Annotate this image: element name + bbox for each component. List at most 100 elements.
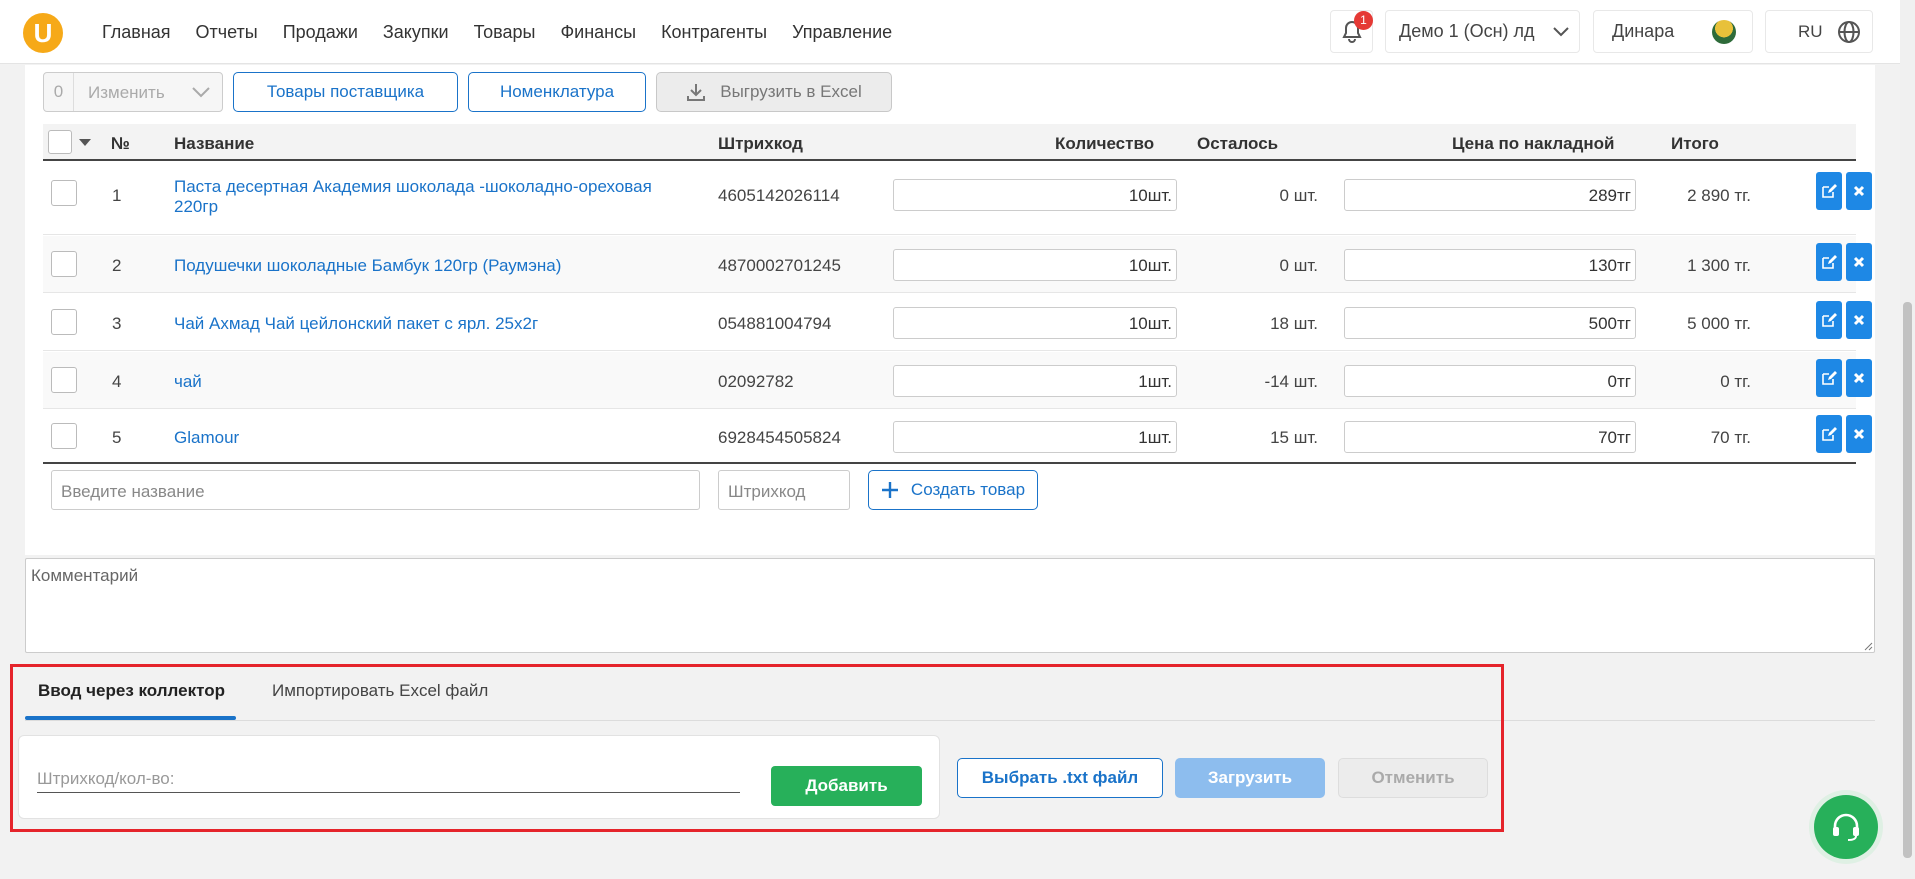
quantity-input[interactable]: 1шт. xyxy=(893,421,1177,453)
row-barcode: 4605142026114 xyxy=(718,186,840,205)
row-remaining: -14 шт. xyxy=(1264,372,1318,391)
supplier-goods-button[interactable]: Товары поставщика xyxy=(233,72,458,112)
notifications-button[interactable]: 1 xyxy=(1330,10,1373,53)
edit-row-button[interactable] xyxy=(1816,301,1842,339)
row-checkbox[interactable] xyxy=(51,367,77,393)
chevron-down-icon xyxy=(192,87,210,98)
top-navigation-bar: U Главная Отчеты Продажи Закупки Товары … xyxy=(0,0,1900,64)
nav-item-home[interactable]: Главная xyxy=(102,22,171,43)
product-name-link[interactable]: чай xyxy=(174,372,694,392)
row-barcode: 054881004794 xyxy=(718,314,832,333)
row-number: 2 xyxy=(112,256,122,275)
delete-row-button[interactable] xyxy=(1846,415,1872,453)
user-name: Динара xyxy=(1612,21,1675,41)
row-checkbox[interactable] xyxy=(51,180,77,206)
tab-collector-input[interactable]: Ввод через коллектор xyxy=(38,681,225,701)
choose-txt-file-button[interactable]: Выбрать .txt файл xyxy=(957,758,1163,798)
delete-row-button[interactable] xyxy=(1846,359,1872,397)
header-total: Итого xyxy=(1671,134,1719,153)
selected-count: 0 xyxy=(44,73,74,111)
price-input[interactable]: 0тг xyxy=(1344,365,1636,397)
store-selector[interactable]: Демо 1 (Осн) лд xyxy=(1385,10,1580,53)
close-icon xyxy=(1853,428,1865,440)
price-input[interactable]: 289тг xyxy=(1344,179,1636,211)
barcode-input[interactable]: Штрихкод xyxy=(718,470,850,510)
edit-icon xyxy=(1822,427,1837,441)
quantity-input[interactable]: 10шт. xyxy=(893,249,1177,281)
nav-item-finance[interactable]: Финансы xyxy=(560,22,636,43)
quantity-input[interactable]: 1шт. xyxy=(893,365,1177,397)
upload-button[interactable]: Загрузить xyxy=(1175,758,1325,798)
support-chat-button[interactable] xyxy=(1814,795,1878,859)
page-scrollbar[interactable] xyxy=(1900,0,1915,879)
edit-icon xyxy=(1822,255,1837,269)
comment-placeholder: Комментарий xyxy=(31,566,139,585)
edit-row-button[interactable] xyxy=(1816,172,1842,210)
row-remaining: 18 шт. xyxy=(1270,314,1318,333)
edit-row-button[interactable] xyxy=(1816,359,1842,397)
row-total: 2 890 тг. xyxy=(1687,186,1751,205)
user-menu[interactable]: Динара xyxy=(1593,10,1753,53)
row-checkbox[interactable] xyxy=(51,423,77,449)
caret-down-icon[interactable] xyxy=(79,139,91,147)
nav-item-contractors[interactable]: Контрагенты xyxy=(661,22,767,43)
bulk-change-dropdown[interactable]: 0 Изменить xyxy=(43,72,223,112)
price-input[interactable]: 70тг xyxy=(1344,421,1636,453)
cancel-button[interactable]: Отменить xyxy=(1338,758,1488,798)
product-name-link[interactable]: Чай Ахмад Чай цейлонский пакет с ярл. 25… xyxy=(174,314,694,334)
product-name-link[interactable]: Подушечки шоколадные Бамбук 120гр (Раумэ… xyxy=(174,256,694,276)
tab-import-excel[interactable]: Импортировать Excel файл xyxy=(272,681,488,701)
resize-handle-icon[interactable] xyxy=(1863,641,1873,651)
edit-row-button[interactable] xyxy=(1816,415,1842,453)
barcode-quantity-input[interactable]: Штрихкод/кол-во: xyxy=(37,769,740,793)
delete-row-button[interactable] xyxy=(1846,172,1872,210)
store-name: Демо 1 (Осн) лд xyxy=(1399,21,1535,41)
download-icon xyxy=(687,84,706,101)
table-row: 4 чай 02092782 1шт. -14 шт. 0тг 0 тг. xyxy=(43,352,1872,409)
product-name-link[interactable]: Glamour xyxy=(174,428,694,448)
price-input[interactable]: 500тг xyxy=(1344,307,1636,339)
nav-item-reports[interactable]: Отчеты xyxy=(196,22,258,43)
close-icon xyxy=(1853,256,1865,268)
delete-row-button[interactable] xyxy=(1846,301,1872,339)
scrollbar-thumb[interactable] xyxy=(1903,302,1912,858)
edit-icon xyxy=(1822,184,1837,198)
language-selector[interactable]: RU xyxy=(1765,10,1873,53)
add-button[interactable]: Добавить xyxy=(771,766,922,806)
nav-item-sales[interactable]: Продажи xyxy=(283,22,358,43)
quantity-input[interactable]: 10шт. xyxy=(893,179,1177,211)
table-row: 2 Подушечки шоколадные Бамбук 120гр (Рау… xyxy=(43,236,1872,293)
header-barcode: Штрихкод xyxy=(718,134,803,153)
row-checkbox[interactable] xyxy=(51,251,77,277)
edit-row-button[interactable] xyxy=(1816,243,1842,281)
avatar xyxy=(1712,19,1737,44)
header-invoice-price: Цена по накладной xyxy=(1452,134,1615,153)
row-total: 1 300 тг. xyxy=(1687,256,1751,275)
tabs-divider xyxy=(25,720,1875,721)
row-number: 1 xyxy=(112,186,122,205)
quantity-input[interactable]: 10шт. xyxy=(893,307,1177,339)
close-icon xyxy=(1853,372,1865,384)
create-product-label: Создать товар xyxy=(910,480,1026,499)
nomenclature-button[interactable]: Номенклатура xyxy=(468,72,646,112)
row-remaining: 15 шт. xyxy=(1270,428,1318,447)
delete-row-button[interactable] xyxy=(1846,243,1872,281)
product-name-link[interactable]: Паста десертная Академия шоколада -шокол… xyxy=(174,177,694,217)
create-product-button[interactable]: Создать товар xyxy=(868,470,1038,510)
comment-textarea[interactable]: Комментарий xyxy=(25,558,1875,653)
row-barcode: 02092782 xyxy=(718,372,794,391)
nav-item-goods[interactable]: Товары xyxy=(474,22,536,43)
product-name-input[interactable]: Введите название xyxy=(51,470,700,510)
nav-item-purchases[interactable]: Закупки xyxy=(383,22,449,43)
language-label: RU xyxy=(1798,21,1823,41)
table-bottom-border xyxy=(43,462,1856,464)
select-all-checkbox[interactable] xyxy=(48,130,72,154)
nav-item-management[interactable]: Управление xyxy=(792,22,892,43)
table-row: 1 Паста десертная Академия шоколада -шок… xyxy=(43,163,1872,235)
price-input[interactable]: 130тг xyxy=(1344,249,1636,281)
export-excel-button[interactable]: Выгрузить в Excel xyxy=(656,72,892,112)
row-checkbox[interactable] xyxy=(51,309,77,335)
app-logo[interactable]: U xyxy=(23,13,63,53)
notification-badge: 1 xyxy=(1354,11,1373,30)
row-remaining: 0 шт. xyxy=(1279,186,1318,205)
